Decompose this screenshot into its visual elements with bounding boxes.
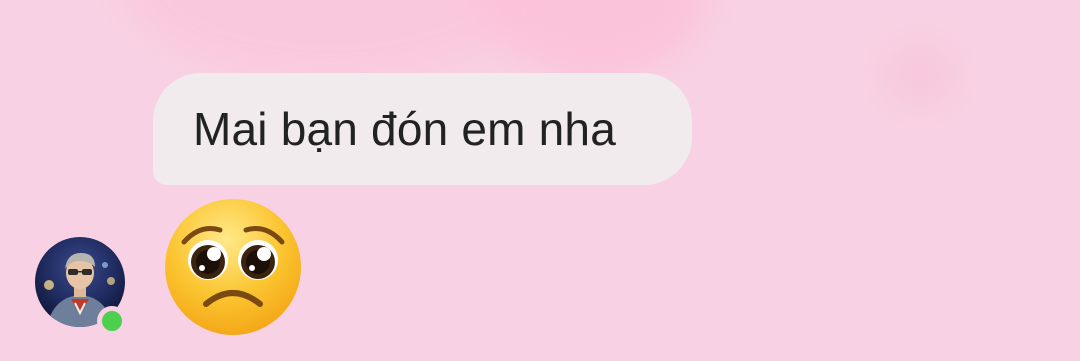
background-decoration	[120, 0, 540, 80]
online-status-indicator	[97, 306, 127, 336]
background-decoration	[480, 0, 710, 80]
message-bubble[interactable]: Mai bạn đón em nha	[153, 73, 692, 185]
message-text: Mai bạn đón em nha	[193, 103, 616, 155]
pleading-face-icon	[165, 199, 301, 335]
pleading-face-emoji[interactable]	[162, 196, 304, 338]
background-decoration	[880, 40, 960, 110]
